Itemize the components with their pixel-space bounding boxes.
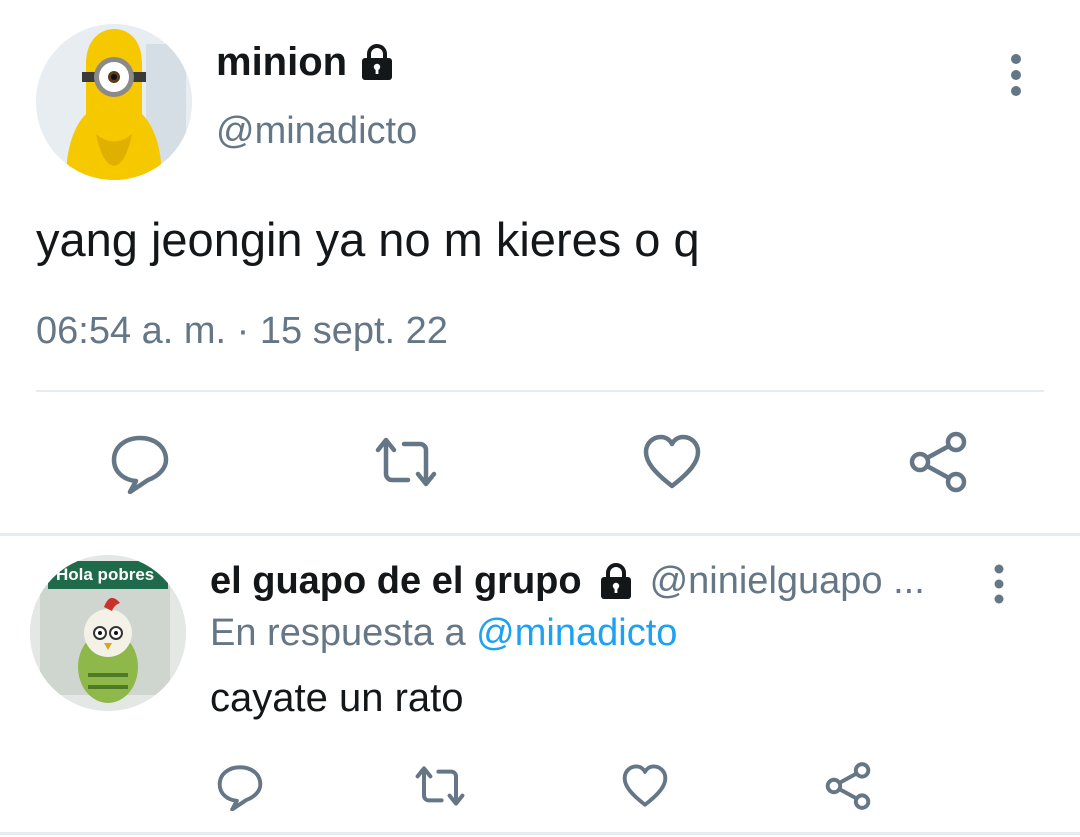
reply-reply-button[interactable] [210,756,270,816]
avatar[interactable] [36,24,192,180]
reply-text: cayate un rato [210,676,464,720]
like-icon [622,764,668,807]
lock-icon [357,43,397,83]
more-options-icon[interactable] [984,562,1014,606]
display-name[interactable]: minion [216,40,397,85]
reply-handle[interactable]: @ninielguapo ... [650,560,925,603]
tweet-text: yang jeongin ya no m kieres o q [36,213,700,266]
reply-header: el guapo de el grupo @ninielguapo ... [210,560,925,603]
lock-icon [596,562,636,602]
reply-display-name[interactable]: el guapo de el grupo [210,560,582,603]
divider [36,390,1044,392]
section-divider [0,832,1080,835]
avatar-caption: Hola pobres [56,565,155,584]
handle[interactable]: @minadicto [216,110,417,153]
reply-icon [111,435,169,494]
like-button[interactable] [636,426,708,498]
display-name-text: minion [216,40,348,84]
tweet-timestamp[interactable]: 06:54 a. m. · 15 sept. 22 [36,310,448,353]
more-options-icon[interactable] [1000,52,1032,98]
replying-prefix: En respuesta a [210,612,466,654]
share-icon [825,762,871,810]
reply-avatar[interactable]: Hola pobres [30,555,186,711]
reply-icon [217,765,263,811]
retweet-button[interactable] [370,426,442,498]
replying-to: En respuesta a @minadicto [210,612,677,655]
minion-avatar-image [36,24,192,180]
like-icon [643,434,701,489]
retweet-icon [415,766,465,806]
reply-retweet-button[interactable] [410,756,470,816]
reply-like-button[interactable] [615,756,675,816]
share-button[interactable] [902,426,974,498]
section-divider [0,533,1080,536]
retweet-icon [375,437,437,487]
replying-mention[interactable]: @minadicto [476,612,677,654]
share-icon [909,431,967,493]
reply-button[interactable] [104,426,176,498]
reply-share-button[interactable] [818,756,878,816]
